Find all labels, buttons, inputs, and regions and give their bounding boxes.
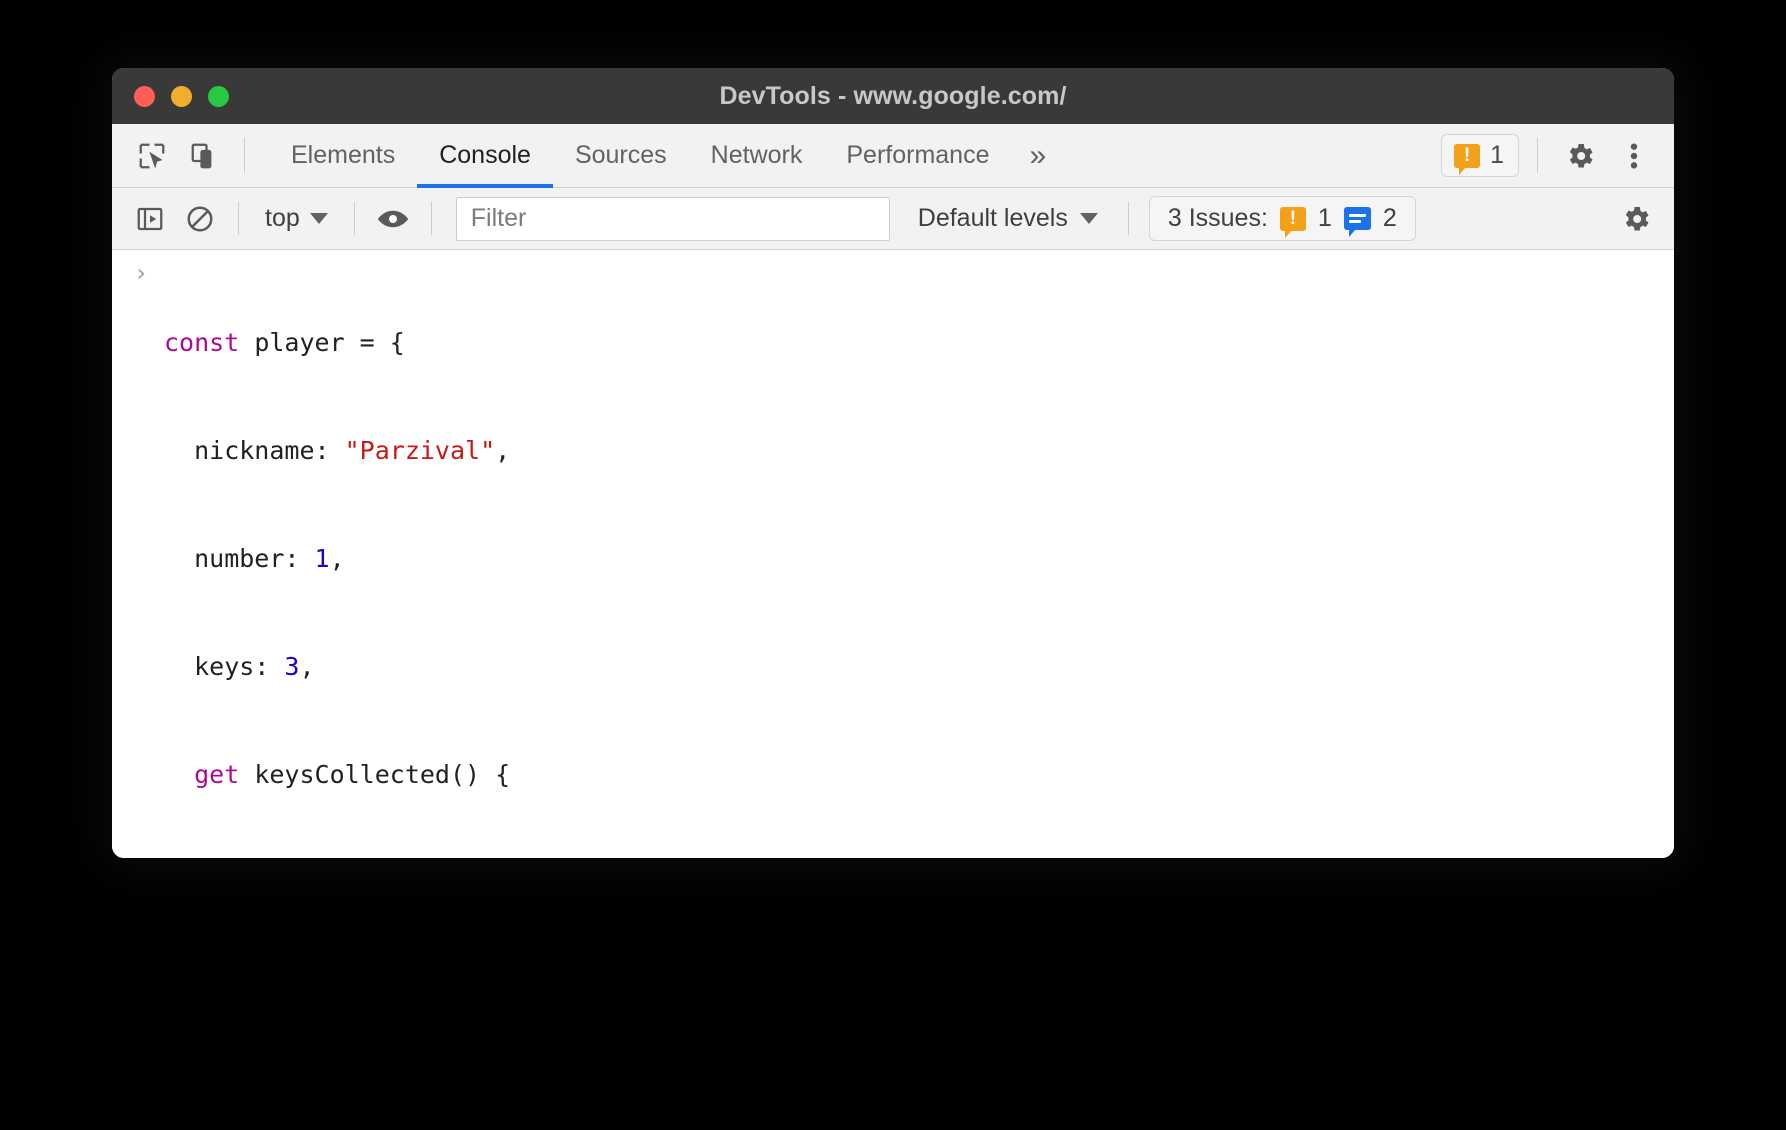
gear-icon[interactable] (1612, 195, 1660, 243)
window-titlebar: DevTools - www.google.com/ (112, 68, 1674, 124)
console-input-code: const player = { nickname: "Parzival", n… (164, 253, 1674, 858)
chevron-down-icon (310, 213, 328, 224)
filterbar-divider-2 (354, 202, 355, 235)
kebab-menu-icon[interactable] (1610, 132, 1658, 180)
clear-console-icon[interactable] (176, 195, 224, 243)
tab-sources[interactable]: Sources (553, 124, 689, 187)
traffic-lights (134, 86, 229, 107)
tab-label: Sources (575, 141, 667, 170)
device-toolbar-icon[interactable] (180, 132, 228, 180)
issues-info-count: 2 (1383, 204, 1397, 233)
gear-icon[interactable] (1556, 132, 1604, 180)
console-messages[interactable]: › const player = { nickname: "Parzival",… (112, 250, 1674, 858)
warning-count: 1 (1490, 141, 1504, 170)
chevron-down-icon (1080, 213, 1098, 224)
live-expression-eye-icon[interactable] (369, 195, 417, 243)
tabbar-divider (244, 138, 245, 173)
tabbar-right-tools: ! 1 (1441, 124, 1674, 187)
code-line: nickname: "Parzival", (164, 433, 1664, 469)
tab-console[interactable]: Console (417, 124, 553, 187)
devtools-window: DevTools - www.google.com/ (112, 68, 1674, 858)
panel-tabs: Elements Console Sources Network Perform… (269, 124, 1061, 187)
tab-elements[interactable]: Elements (269, 124, 417, 187)
tab-network[interactable]: Network (689, 124, 825, 187)
filterbar-divider-3 (431, 202, 432, 235)
filter-placeholder: Filter (471, 204, 527, 233)
code-line: get keysCollected() { (164, 757, 1664, 793)
minimize-window-button[interactable] (171, 86, 192, 107)
code-line: number: 1, (164, 541, 1664, 577)
console-input-entry[interactable]: › const player = { nickname: "Parzival",… (112, 250, 1674, 858)
devtools-tabbar: Elements Console Sources Network Perform… (112, 124, 1674, 188)
tabbar-left-tools (112, 124, 257, 187)
execution-context-label: top (265, 204, 300, 233)
code-line: const player = { (164, 325, 1664, 361)
tab-label: Elements (291, 141, 395, 170)
close-window-button[interactable] (134, 86, 155, 107)
tab-label: Performance (846, 141, 989, 170)
console-sidebar-icon[interactable] (126, 195, 174, 243)
console-filter-toolbar: top Filter Default levels 3 Issues: (112, 188, 1674, 250)
more-tabs-chevron-icon[interactable]: » (1011, 124, 1061, 187)
input-prompt-icon: › (126, 256, 156, 290)
filterbar-divider-4 (1128, 202, 1129, 235)
tab-label: Console (439, 141, 531, 170)
filter-input[interactable]: Filter (456, 197, 890, 241)
info-message-icon (1344, 207, 1371, 230)
tabbar-right-divider (1537, 138, 1538, 173)
issues-label: 3 Issues: (1168, 204, 1268, 233)
inspect-element-icon[interactable] (128, 132, 176, 180)
issues-summary-badge[interactable]: 3 Issues: ! 1 2 (1149, 196, 1416, 241)
log-levels-label: Default levels (918, 204, 1068, 233)
log-levels-selector[interactable]: Default levels (902, 204, 1114, 233)
window-title: DevTools - www.google.com/ (112, 82, 1674, 111)
issues-warning-count: 1 (1318, 204, 1332, 233)
code-line: keys: 3, (164, 649, 1664, 685)
screenshot-root: DevTools - www.google.com/ (0, 0, 1786, 1130)
tab-label: Network (711, 141, 803, 170)
execution-context-selector[interactable]: top (253, 204, 340, 233)
maximize-window-button[interactable] (208, 86, 229, 107)
warning-icon: ! (1454, 144, 1480, 168)
filterbar-divider-1 (238, 202, 239, 235)
tab-performance[interactable]: Performance (824, 124, 1011, 187)
warning-count-badge[interactable]: ! 1 (1441, 134, 1519, 177)
warning-icon: ! (1280, 207, 1306, 231)
